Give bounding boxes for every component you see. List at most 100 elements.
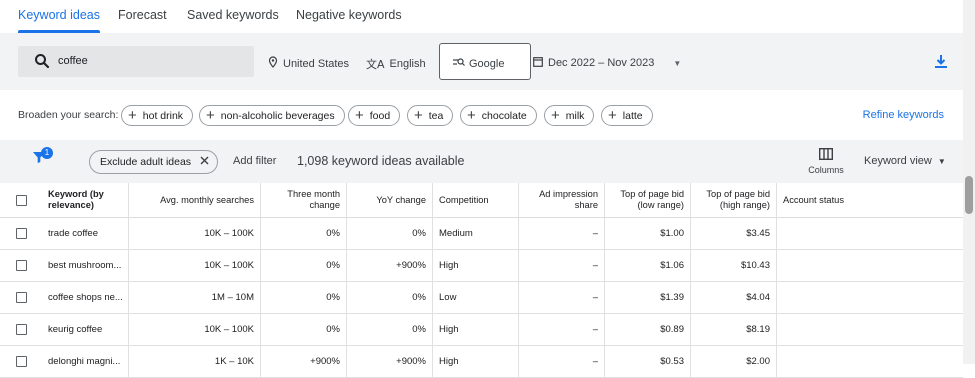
- table-cell: +900%: [347, 250, 433, 281]
- location-selector[interactable]: United States: [268, 56, 349, 71]
- keyword-count: 1,098 keyword ideas available: [297, 154, 465, 168]
- table-cell: $1.00: [605, 218, 691, 249]
- table-cell: $2.00: [691, 346, 777, 377]
- column-header[interactable]: Three month change: [261, 183, 347, 217]
- table-cell: –: [519, 250, 605, 281]
- table-cell: $0.89: [605, 314, 691, 345]
- table-cell: High: [433, 250, 519, 281]
- table-cell: High: [433, 314, 519, 345]
- column-header[interactable]: YoY change: [347, 183, 433, 217]
- broaden-search-bar: Broaden your search: + hot drink + non-alc…: [0, 90, 963, 140]
- plus-icon: +: [551, 107, 560, 124]
- table-cell: [777, 346, 963, 377]
- table-cell: $1.39: [605, 282, 691, 313]
- broaden-chip[interactable]: + chocolate: [460, 105, 537, 126]
- columns-icon: [818, 147, 834, 162]
- exclude-adult-filter-chip[interactable]: Exclude adult ideas: [89, 150, 219, 174]
- search-toolbar: coffee United States 文A English Google D…: [0, 33, 963, 90]
- table-cell: [777, 314, 963, 345]
- checkbox-box: [15, 356, 27, 367]
- keyword-cell[interactable]: delonghi magni...: [42, 346, 129, 377]
- refine-keywords-button[interactable]: Refine keywords: [863, 109, 944, 121]
- table-cell: $1.06: [605, 250, 691, 281]
- keyword-view-label: Keyword view: [864, 155, 932, 167]
- chip-label: tea: [428, 109, 444, 122]
- column-header[interactable]: Keyword (by relevance): [42, 183, 129, 217]
- keyword-cell[interactable]: trade coffee: [42, 218, 129, 249]
- plus-icon: +: [355, 107, 364, 124]
- row-checkbox[interactable]: [0, 346, 42, 377]
- keyword-cell[interactable]: coffee shops ne...: [42, 282, 129, 313]
- table-cell: 0%: [261, 282, 347, 313]
- tab-keyword-ideas[interactable]: Keyword ideas: [18, 0, 100, 33]
- row-checkbox[interactable]: [0, 218, 42, 249]
- scrollbar-thumb[interactable]: [965, 176, 973, 214]
- table-cell: 10K – 100K: [129, 314, 261, 345]
- chip-label: latte: [622, 109, 643, 122]
- table-row[interactable]: delonghi magni... 1K – 10K +900% +900% High –…: [0, 346, 963, 378]
- row-checkbox[interactable]: [0, 314, 42, 345]
- chip-label: non-alcoholic beverages: [220, 109, 335, 122]
- table-cell: 0%: [261, 314, 347, 345]
- table-cell: $0.53: [605, 346, 691, 377]
- table-row[interactable]: coffee shops ne... 1M – 10M 0% 0% Low – $1.39 $…: [0, 282, 963, 314]
- close-icon[interactable]: [200, 156, 209, 168]
- plus-icon: +: [608, 107, 617, 124]
- column-header[interactable]: Avg. monthly searches: [129, 183, 261, 217]
- chip-label: food: [369, 109, 391, 122]
- keyword-cell[interactable]: keurig coffee: [42, 314, 129, 345]
- table-cell: High: [433, 346, 519, 377]
- network-label: Google: [469, 57, 505, 70]
- table-row[interactable]: best mushroom... 10K – 100K 0% +900% High – $1…: [0, 250, 963, 282]
- search-input[interactable]: coffee: [18, 46, 254, 77]
- row-checkbox[interactable]: [0, 250, 42, 281]
- broaden-chip[interactable]: + non-alcoholic beverages: [199, 105, 345, 126]
- table-cell: 0%: [261, 250, 347, 281]
- download-icon[interactable]: [934, 54, 948, 74]
- table-row[interactable]: trade coffee 10K – 100K 0% 0% Medium – $1.00 $3…: [0, 218, 963, 250]
- table-cell: 0%: [261, 218, 347, 249]
- broaden-chip[interactable]: + latte: [601, 105, 653, 126]
- date-range-label: Dec 2022 – Nov 2023: [548, 57, 655, 69]
- plus-icon: +: [414, 107, 423, 124]
- column-header[interactable]: Top of page bid (low range): [605, 183, 691, 217]
- network-selector[interactable]: Google: [439, 43, 531, 80]
- column-header[interactable]: Ad impression share: [519, 183, 605, 217]
- add-filter-button[interactable]: Add filter: [233, 155, 276, 167]
- table-cell: 1M – 10M: [129, 282, 261, 313]
- date-range-selector[interactable]: Dec 2022 – Nov 2023 ▼: [533, 56, 681, 70]
- table-cell: –: [519, 282, 605, 313]
- dropdown-arrow-icon: ▼: [937, 156, 946, 166]
- keyword-cell[interactable]: best mushroom...: [42, 250, 129, 281]
- table-cell: Low: [433, 282, 519, 313]
- column-header[interactable]: Account status: [777, 183, 963, 217]
- broaden-chip[interactable]: + food: [348, 105, 401, 126]
- plus-icon: +: [206, 107, 215, 124]
- column-header[interactable]: Top of page bid (high range): [691, 183, 777, 217]
- tab-saved-keywords[interactable]: Saved keywords: [187, 0, 279, 33]
- table-header: Keyword (by relevance) Avg. monthly sear…: [0, 183, 963, 218]
- tab-forecast[interactable]: Forecast: [118, 0, 167, 33]
- dropdown-arrow-icon: ▼: [673, 58, 682, 68]
- table-cell: [777, 218, 963, 249]
- table-cell: [777, 282, 963, 313]
- row-checkbox[interactable]: [0, 282, 42, 313]
- checkbox-box: [15, 228, 27, 239]
- table-row[interactable]: keurig coffee 10K – 100K 0% 0% High – $0.89 $8.…: [0, 314, 963, 346]
- language-selector[interactable]: 文A English: [366, 56, 426, 72]
- tab-negative-keywords[interactable]: Negative keywords: [296, 0, 402, 33]
- table-cell: –: [519, 314, 605, 345]
- table-cell: +900%: [261, 346, 347, 377]
- search-icon: [34, 53, 50, 74]
- broaden-chip[interactable]: + milk: [544, 105, 595, 126]
- broaden-chip[interactable]: + tea: [407, 105, 454, 126]
- search-value: coffee: [58, 55, 88, 67]
- keyword-view-selector[interactable]: Keyword view ▼: [864, 155, 946, 167]
- select-all-checkbox[interactable]: [0, 183, 42, 217]
- table-cell: 0%: [347, 282, 433, 313]
- broaden-chip[interactable]: + hot drink: [121, 105, 194, 126]
- filter-bar: 1 Exclude adult ideas Add filter 1,098 k…: [0, 140, 963, 183]
- columns-button[interactable]: Columns: [806, 147, 846, 175]
- table-cell: –: [519, 218, 605, 249]
- column-header[interactable]: Competition: [433, 183, 519, 217]
